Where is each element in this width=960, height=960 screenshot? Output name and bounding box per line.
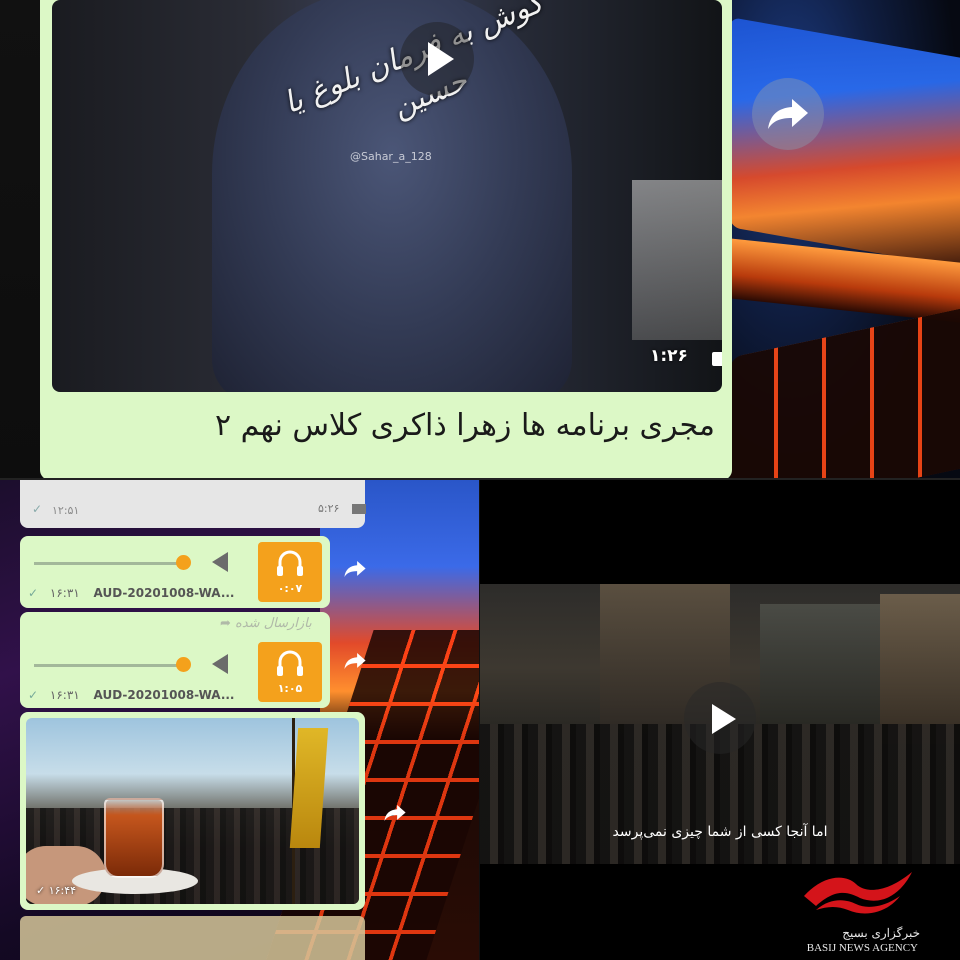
collage: گوش به فرمان بلوغ یا حسین @Sahar_a_128 ۱… <box>0 0 960 960</box>
video-subtitle: اما آنجا کسی از شما چیزی نمی‌پرسد <box>612 824 828 840</box>
forwarded-label: بازارسال شده ➦ <box>220 616 312 631</box>
video-duration: ۵:۲۶ <box>318 502 340 515</box>
headphones-icon <box>277 550 303 576</box>
brand-name-fa: خبرگزاری بسیج <box>842 926 920 940</box>
play-button[interactable] <box>400 22 474 96</box>
forward-arrow-icon <box>384 805 406 821</box>
previous-video-message[interactable]: ✓ ۱۲:۵۱ ۵:۲۶ <box>20 480 366 528</box>
photo-time: ✓ ۱۶:۴۴ <box>36 884 77 897</box>
video-camera-icon <box>352 504 366 514</box>
audio-meta: ✓ ۱۶:۳۱ AUD-20201008-WA... <box>28 688 235 702</box>
forward-arrow-icon <box>344 561 366 577</box>
video-duration: ۱:۲۶ <box>650 346 688 366</box>
sent-check-icon: ✓ <box>28 586 39 600</box>
message-time: ۱۲:۵۱ <box>52 504 80 517</box>
audio-file-tile[interactable]: ۰:۰۷ <box>258 542 322 602</box>
audio-file-tile[interactable]: ۱:۰۵ <box>258 642 322 702</box>
audio-progress-track[interactable] <box>34 562 184 565</box>
photo-tea-procession[interactable]: ✓ ۱۶:۴۴ <box>26 718 359 904</box>
top-panel: گوش به فرمان بلوغ یا حسین @Sahar_a_128 ۱… <box>0 0 960 480</box>
message-time: ۱۶:۳۱ <box>49 688 80 702</box>
photo-message[interactable]: ✓ ۱۶:۴۴ <box>20 712 365 910</box>
sent-check-icon: ✓ <box>28 688 39 702</box>
basij-news-logo <box>804 872 912 914</box>
next-message-preview[interactable] <box>20 916 365 960</box>
play-audio-icon[interactable] <box>208 550 232 574</box>
laptop-background <box>720 0 960 480</box>
audio-length: ۰:۰۷ <box>277 582 303 595</box>
forward-button[interactable] <box>378 796 412 830</box>
forwarded-audio-message[interactable]: بازارسال شده ➦ ۱:۰۵ ✓ ۱۶:۳۱ AUD-20201008… <box>20 612 330 708</box>
video-thumbnail[interactable]: گوش به فرمان بلوغ یا حسین @Sahar_a_128 ۱… <box>52 0 722 392</box>
play-button[interactable] <box>684 682 756 754</box>
message-caption: مجری برنامه ها زهرا ذاکری کلاس نهم ۲ <box>214 408 715 443</box>
street-video[interactable]: اما آنجا کسی از شما چیزی نمی‌پرسد <box>480 584 960 864</box>
tea-glass <box>104 798 164 878</box>
watermark-handle: @Sahar_a_128 <box>350 150 432 163</box>
forward-button[interactable] <box>752 78 824 150</box>
play-audio-icon[interactable] <box>208 652 232 676</box>
forward-button[interactable] <box>338 644 372 678</box>
forward-button[interactable] <box>338 552 372 586</box>
audio-message[interactable]: ۰:۰۷ ✓ ۱۶:۳۱ AUD-20201008-WA... <box>20 536 330 608</box>
headphones-icon <box>277 650 303 676</box>
forward-arrow-icon <box>768 99 808 129</box>
forward-arrow-icon <box>344 653 366 669</box>
chat-screenshot-panel: ✓ ۱۲:۵۱ ۵:۲۶ ۰:۰۷ ✓ ۱۶:۳۱ AUD-20201008-W… <box>0 480 480 960</box>
audio-filename: AUD-20201008-WA... <box>93 586 235 600</box>
message-time: ۱۶:۳۱ <box>49 586 80 600</box>
audio-seek-knob[interactable] <box>176 555 191 570</box>
video-camera-icon <box>712 352 722 366</box>
audio-progress-track[interactable] <box>34 664 184 667</box>
audio-length: ۱:۰۵ <box>277 682 303 695</box>
audio-filename: AUD-20201008-WA... <box>93 688 235 702</box>
audio-meta: ✓ ۱۶:۳۱ AUD-20201008-WA... <box>28 586 235 600</box>
brand-name-en: BASIJ NEWS AGENCY <box>806 942 918 954</box>
audio-seek-knob[interactable] <box>176 657 191 672</box>
sent-check-icon: ✓ <box>32 502 43 516</box>
